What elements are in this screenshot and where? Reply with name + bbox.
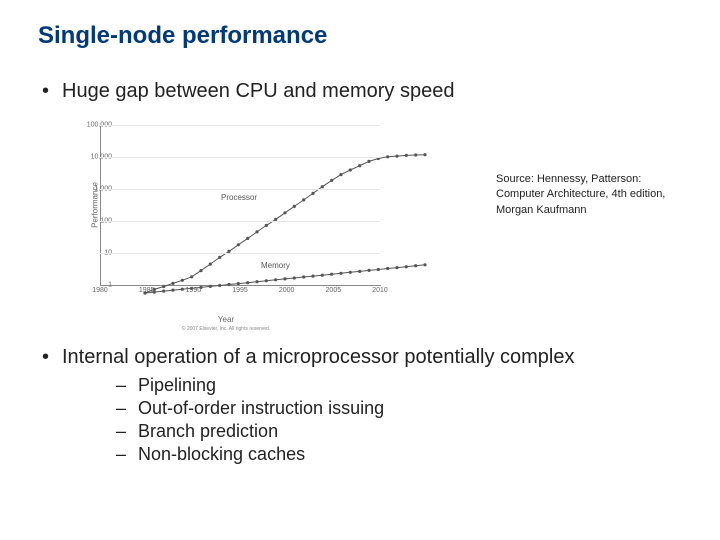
data-point: [218, 256, 221, 259]
data-point: [171, 282, 174, 285]
data-point: [414, 153, 417, 156]
data-point: [330, 179, 333, 182]
performance-chart: Performance Processor Memory Year © 2007…: [56, 117, 396, 322]
data-point: [311, 192, 314, 195]
data-point: [395, 266, 398, 269]
chart-copyright: © 2007 Elsevier, Inc. All rights reserve…: [56, 326, 396, 332]
data-point: [209, 285, 212, 288]
data-point: [321, 274, 324, 277]
sub-nb-caches: Non-blocking caches: [116, 444, 682, 465]
data-point: [255, 230, 258, 233]
slide: Single-node performance Huge gap between…: [0, 0, 720, 540]
series-label-processor: Processor: [221, 193, 257, 202]
x-tick-label: 1990: [186, 287, 202, 294]
data-point: [405, 154, 408, 157]
data-point: [274, 278, 277, 281]
bullet-gap: Huge gap between CPU and memory speed: [38, 80, 682, 103]
chart-row: Performance Processor Memory Year © 2007…: [56, 117, 682, 322]
data-point: [330, 273, 333, 276]
gridline: [100, 189, 380, 190]
gridline: [100, 221, 380, 222]
data-point: [237, 282, 240, 285]
x-axis-label: Year: [56, 316, 396, 324]
data-point: [265, 224, 268, 227]
plot-area: Performance Processor Memory: [100, 125, 381, 286]
gridline: [100, 157, 380, 158]
data-point: [302, 275, 305, 278]
data-point: [423, 263, 426, 266]
data-point: [386, 267, 389, 270]
data-point: [423, 153, 426, 156]
bullet-internal-op-text: Internal operation of a microprocessor p…: [62, 346, 574, 368]
main-bullet-list: Huge gap between CPU and memory speed: [38, 80, 682, 103]
data-point: [171, 289, 174, 292]
data-point: [367, 269, 370, 272]
x-tick-label: 2005: [326, 287, 342, 294]
gridline: [100, 253, 380, 254]
sub-bullet-list: Pipelining Out-of-order instruction issu…: [116, 375, 682, 465]
data-point: [358, 270, 361, 273]
data-point: [358, 164, 361, 167]
x-tick-label: 2000: [279, 287, 295, 294]
data-point: [283, 277, 286, 280]
data-point: [181, 279, 184, 282]
data-point: [405, 265, 408, 268]
main-bullet-list-2: Internal operation of a microprocessor p…: [38, 346, 682, 465]
sub-branch-pred: Branch prediction: [116, 421, 682, 442]
series-label-memory: Memory: [261, 261, 290, 270]
data-point: [293, 276, 296, 279]
data-point: [302, 198, 305, 201]
data-point: [227, 283, 230, 286]
x-tick-label: 1985: [139, 287, 155, 294]
data-point: [339, 173, 342, 176]
data-point: [190, 275, 193, 278]
data-point: [283, 211, 286, 214]
x-tick-label: 1995: [232, 287, 248, 294]
sub-pipelining: Pipelining: [116, 375, 682, 396]
x-tick-label: 1980: [92, 287, 108, 294]
data-point: [414, 264, 417, 267]
page-title: Single-node performance: [38, 22, 682, 50]
data-point: [162, 285, 165, 288]
data-point: [162, 290, 165, 293]
source-caption: Source: Hennessy, Patterson: Computer Ar…: [496, 117, 682, 218]
data-point: [255, 280, 258, 283]
data-point: [311, 275, 314, 278]
data-point: [395, 155, 398, 158]
data-point: [367, 160, 370, 163]
sub-ooo: Out-of-order instruction issuing: [116, 398, 682, 419]
data-point: [246, 237, 249, 240]
data-point: [339, 272, 342, 275]
data-point: [209, 263, 212, 266]
bullet-internal-op: Internal operation of a microprocessor p…: [38, 346, 682, 465]
data-point: [237, 243, 240, 246]
data-point: [349, 271, 352, 274]
gridline: [100, 125, 380, 126]
data-point: [181, 288, 184, 291]
data-point: [377, 268, 380, 271]
data-point: [321, 185, 324, 188]
x-tick-label: 2010: [372, 287, 388, 294]
series-line: [145, 155, 425, 293]
data-point: [349, 168, 352, 171]
data-point: [265, 279, 268, 282]
data-point: [293, 205, 296, 208]
data-point: [199, 269, 202, 272]
data-point: [218, 284, 221, 287]
data-point: [386, 155, 389, 158]
data-point: [246, 281, 249, 284]
